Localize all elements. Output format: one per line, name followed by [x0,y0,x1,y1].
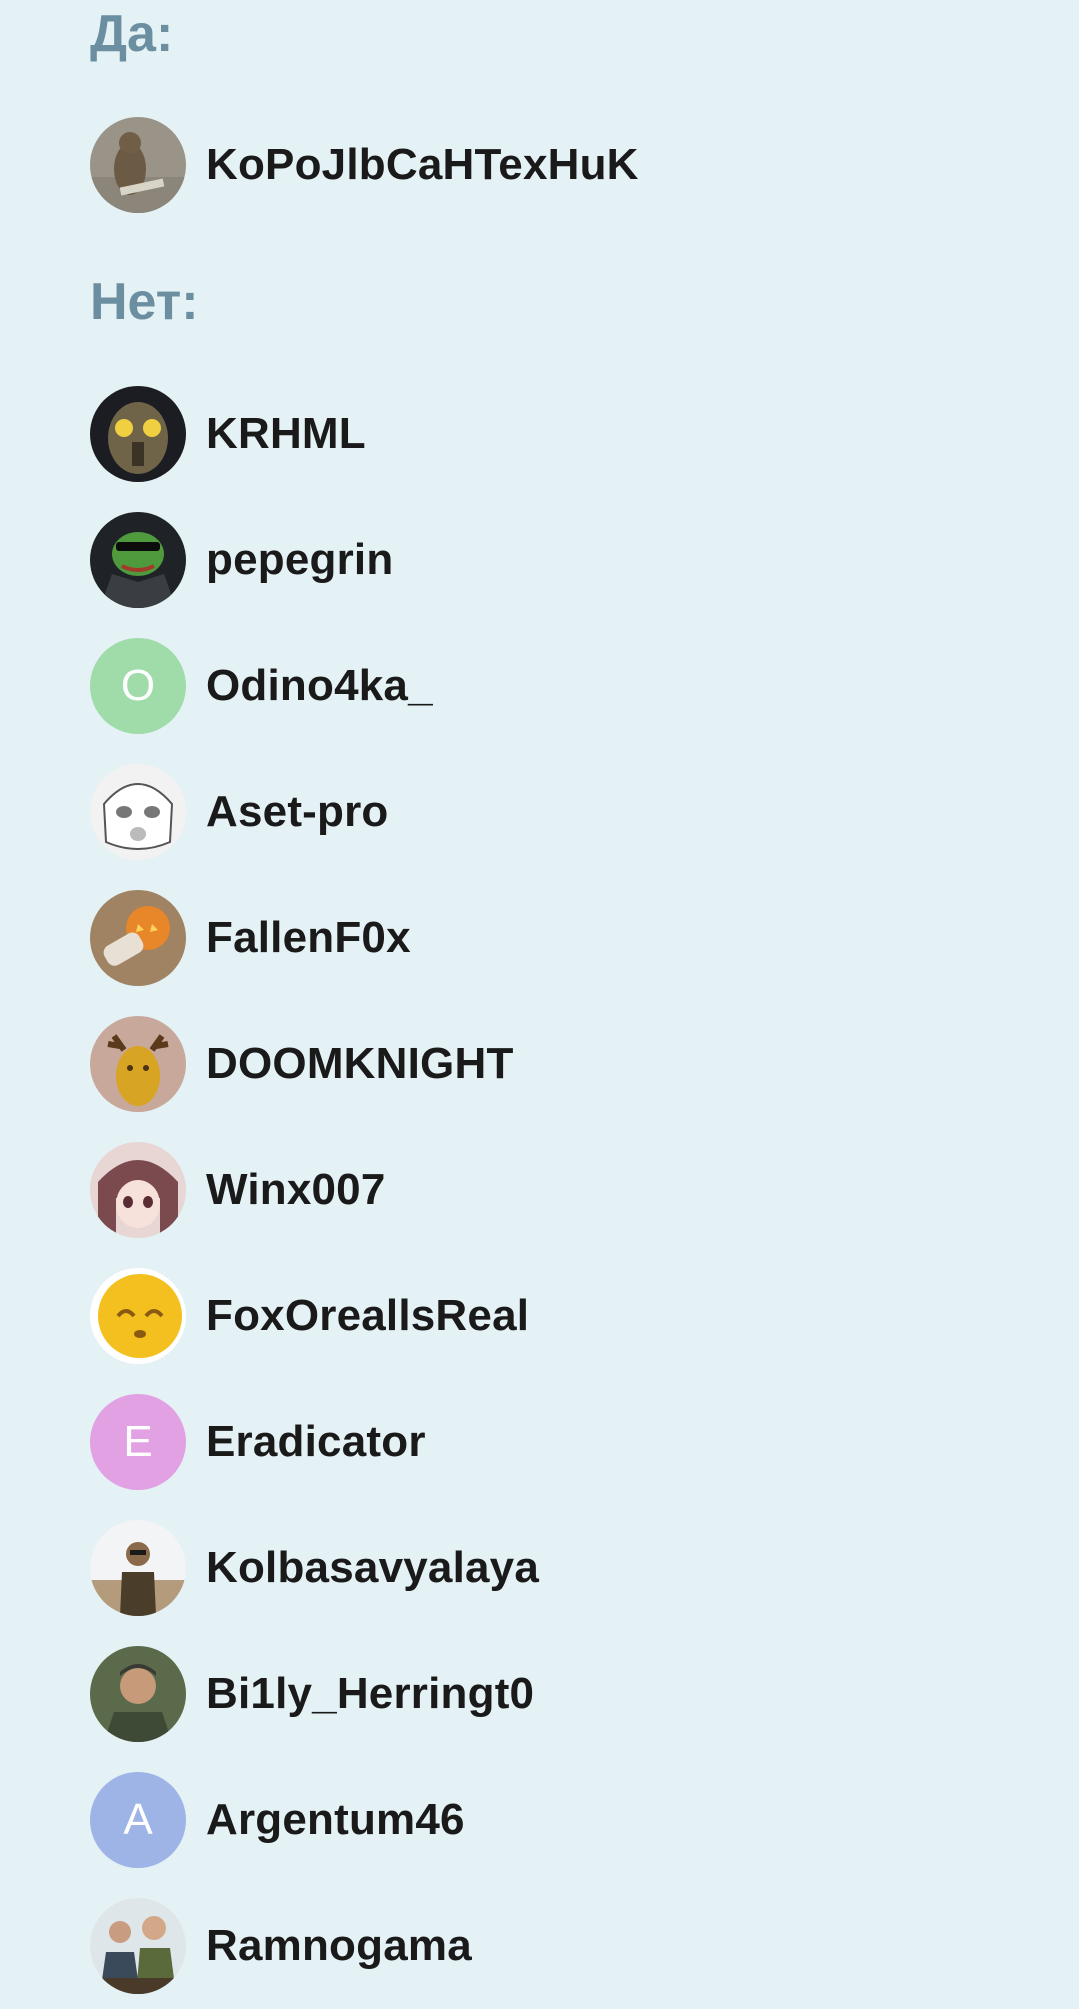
user-row-no-11[interactable]: A Argentum46 [90,1772,465,1868]
user-row-no-1[interactable]: pepegrin [90,512,393,608]
pepe-frog-avatar [90,512,186,608]
username: Odino4ka_ [206,661,433,710]
marmot-photo-avatar [90,117,186,213]
avatar-initial: E [123,1417,153,1466]
pumpkin-avatar [90,890,186,986]
user-row-no-6[interactable]: Winx007 [90,1142,385,1238]
user-row-no-8[interactable]: E Eradicator [90,1394,425,1490]
username: Winx007 [206,1165,386,1214]
username: Argentum46 [206,1795,465,1844]
avatar-initial: O [120,661,156,710]
golden-moose-figure-avatar [90,1016,186,1112]
group-photo-avatar [90,1898,186,1994]
letter-avatar: A [90,1772,186,1868]
username: FoxOreallsReal [206,1291,530,1340]
desert-man-photo-avatar [90,1520,186,1616]
username: KoPoJlbCaHTexHuK [206,140,639,189]
user-row-no-4[interactable]: FallenF0x [90,890,411,986]
user-row-no-12[interactable]: Ramnogama [90,1898,472,1994]
username: FallenF0x [206,913,411,962]
section-title-no: Нет: [90,273,199,331]
anime-girl-avatar [90,1142,186,1238]
username: Eradicator [206,1417,426,1466]
letter-avatar: E [90,1394,186,1490]
user-row-no-0[interactable]: KRHML [90,386,366,482]
username: Kolbasavyalaya [206,1543,540,1592]
username: Ramnogama [206,1921,472,1970]
user-row-no-10[interactable]: Bi1ly_Herringt0 [90,1646,534,1742]
man-portrait-photo-avatar [90,1646,186,1742]
username: Aset-pro [206,787,389,836]
user-row-no-2[interactable]: O Odino4ka_ [90,638,433,734]
user-row-no-5[interactable]: DOOMKNIGHT [90,1016,513,1112]
username: pepegrin [206,535,394,584]
avatar-initial: A [123,1795,153,1844]
power-armor-helmet-avatar [90,386,186,482]
username: Bi1ly_Herringt0 [206,1669,535,1718]
emoji-face-avatar [90,1268,186,1364]
section-title-yes: Да: [90,5,174,63]
user-row-no-7[interactable]: FoxOreallsReal [90,1268,529,1364]
username: KRHML [206,409,366,458]
username: DOOMKNIGHT [206,1039,514,1088]
letter-avatar: O [90,638,186,734]
user-row-yes-0[interactable]: KoPoJlbCaHTexHuK [90,117,638,213]
user-row-no-3[interactable]: Aset-pro [90,764,388,860]
anime-sketch-avatar [90,764,186,860]
user-row-no-9[interactable]: Kolbasavyalaya [90,1520,539,1616]
